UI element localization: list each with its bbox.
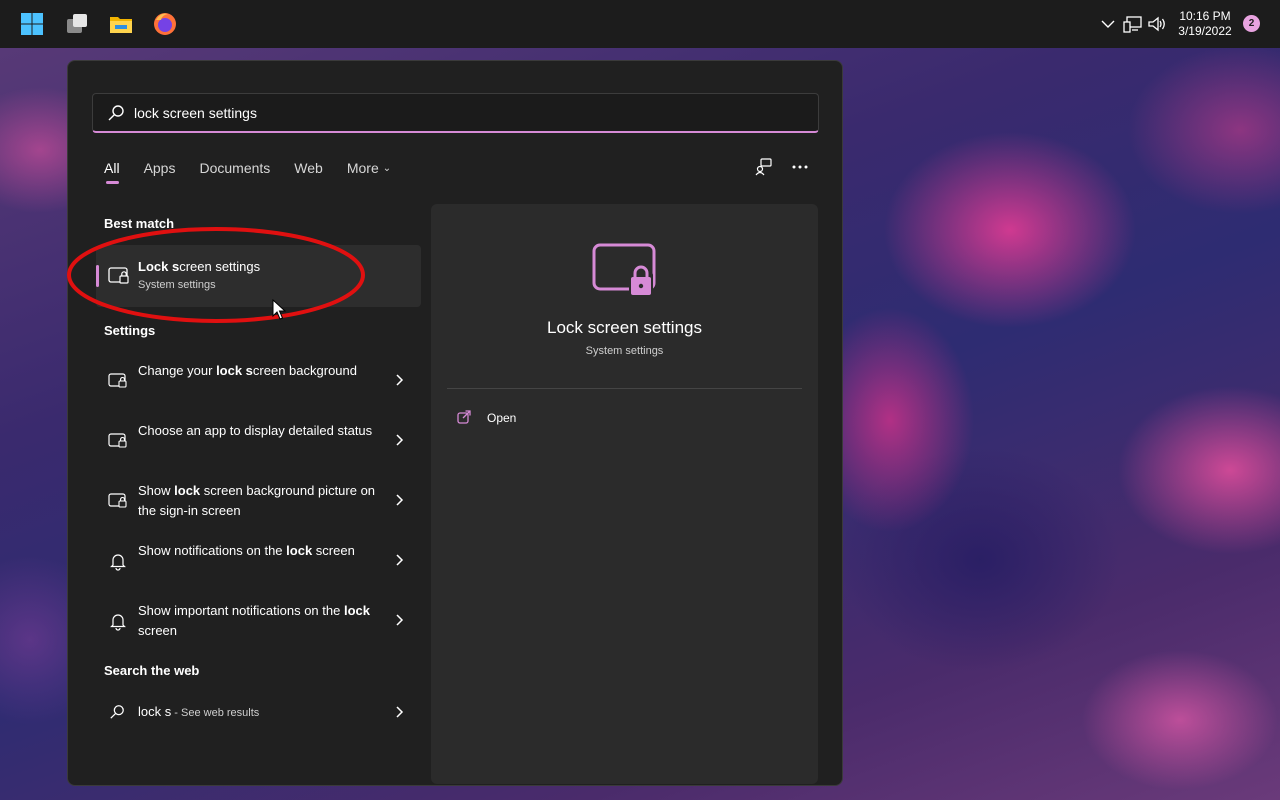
result-label: Show notifications on the lock screen	[138, 541, 378, 561]
search-query-text: lock screen settings	[134, 105, 257, 121]
preview-divider	[447, 388, 802, 389]
lock-screen-icon	[108, 373, 127, 388]
web-search-result[interactable]: lock s - See web results	[96, 695, 421, 729]
search-panel: lock screen settings All Apps Documents …	[67, 60, 843, 786]
search-web-heading: Search the web	[104, 663, 200, 678]
chevron-right-icon	[396, 374, 404, 386]
chevron-right-icon	[396, 706, 404, 718]
result-label: Show lock screen background picture on t…	[138, 481, 378, 521]
result-text: Show notifications on the	[138, 543, 287, 558]
chevron-right-icon	[396, 554, 404, 566]
bell-icon	[110, 614, 126, 631]
firefox-icon[interactable]	[153, 12, 177, 36]
settings-result-notifications-lock[interactable]: Show notifications on the lock screen	[96, 532, 421, 590]
result-text: Choose an app to display detailed status	[138, 423, 373, 438]
chevron-right-icon	[396, 434, 404, 446]
result-label: Change your lock screen background	[138, 361, 378, 381]
volume-icon[interactable]	[1145, 12, 1169, 36]
result-highlight: lock s	[216, 363, 253, 378]
search-icon	[108, 105, 124, 121]
result-text: screen	[312, 543, 355, 558]
bell-icon	[110, 554, 126, 571]
network-icon[interactable]	[1121, 12, 1145, 36]
lock-screen-icon	[108, 493, 127, 508]
tab-all[interactable]: All	[104, 157, 120, 187]
chevron-right-icon	[396, 494, 404, 506]
windows-start-icon[interactable]	[20, 12, 44, 36]
result-text: Show	[138, 483, 175, 498]
tab-web[interactable]: Web	[294, 157, 323, 187]
open-button[interactable]: Open	[455, 409, 655, 429]
chevron-right-icon	[396, 614, 404, 626]
taskbar-clock[interactable]: 10:16 PM 3/19/2022	[1170, 9, 1240, 39]
open-external-icon	[457, 410, 471, 424]
clock-date: 3/19/2022	[1178, 24, 1232, 38]
result-text: Show important notifications on the	[138, 603, 344, 618]
settings-result-signin-background[interactable]: Show lock screen background picture on t…	[96, 472, 421, 530]
tab-documents[interactable]: Documents	[199, 157, 270, 187]
web-query-text: lock s	[138, 704, 172, 719]
lock-screen-icon	[108, 433, 127, 448]
chevron-down-icon: ⌄	[382, 163, 392, 174]
settings-result-important-notifications[interactable]: Show important notifications on the lock…	[96, 592, 421, 650]
share-feedback-icon[interactable]	[754, 157, 774, 177]
result-highlight: lock	[286, 543, 313, 558]
chevron-up-icon[interactable]	[1096, 12, 1120, 36]
settings-result-lock-background[interactable]: Change your lock screen background	[96, 352, 421, 410]
tab-more[interactable]: More ⌄	[347, 157, 391, 187]
taskbar: 10:16 PM 3/19/2022 2	[0, 0, 1280, 48]
result-text: creen background	[252, 363, 357, 378]
preview-subtitle: System settings	[585, 345, 664, 357]
clock-time: 10:16 PM	[1179, 9, 1231, 23]
more-options-icon[interactable]	[790, 157, 810, 177]
result-label: Show important notifications on the lock…	[138, 601, 378, 641]
result-label: Choose an app to display detailed status	[138, 421, 378, 441]
preview-title: Lock screen settings	[547, 318, 702, 337]
preview-pane: Lock screen settings System settings Ope…	[431, 204, 818, 784]
mouse-cursor-icon	[272, 299, 286, 320]
result-highlight: lock	[343, 603, 370, 618]
annotation-ellipse	[67, 227, 365, 323]
task-view-icon[interactable]	[65, 12, 89, 36]
search-icon	[110, 705, 124, 719]
filter-tabs: All Apps Documents Web More ⌄	[104, 157, 415, 187]
open-label: Open	[487, 411, 517, 425]
file-explorer-icon[interactable]	[109, 12, 133, 36]
search-input[interactable]: lock screen settings	[92, 93, 819, 133]
tab-apps[interactable]: Apps	[144, 157, 176, 187]
web-result-suffix: - See web results	[171, 707, 260, 719]
notification-badge[interactable]: 2	[1243, 15, 1260, 32]
lock-screen-icon	[592, 243, 656, 296]
tab-more-label: More	[346, 160, 379, 176]
web-result-label: lock s - See web results	[138, 704, 259, 719]
settings-heading: Settings	[104, 323, 156, 338]
result-text: Change your	[138, 363, 217, 378]
result-text: screen	[138, 623, 178, 638]
settings-result-detailed-status[interactable]: Choose an app to display detailed status	[96, 412, 421, 470]
result-highlight: lock	[174, 483, 201, 498]
